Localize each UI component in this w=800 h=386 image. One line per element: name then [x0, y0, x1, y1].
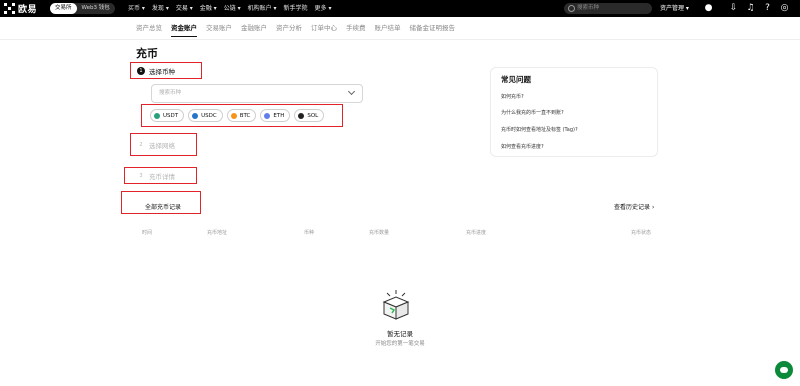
- usdt-icon: [154, 112, 160, 119]
- column-header-status: 充币状态: [631, 230, 652, 236]
- globe-icon[interactable]: ◎: [779, 3, 790, 14]
- tab-proof-of-reserves[interactable]: 储备金证明报告: [410, 17, 456, 39]
- divider: [0, 39, 800, 40]
- faq-panel: 常见问题 如何充币? 为什么我充的币一直不到账? 充币时如何查看地址及标签 (T…: [490, 67, 658, 157]
- platform-switch: 交易所 Web3 钱包: [50, 3, 115, 14]
- eth-icon: [264, 112, 271, 119]
- empty-state-title: 暂无记录: [387, 330, 413, 338]
- support-chat-button[interactable]: [775, 361, 793, 379]
- step-select-coin: 1 选择币种: [137, 66, 175, 76]
- coin-chip-eth[interactable]: ETH: [260, 109, 291, 122]
- coin-chip-usdt[interactable]: USDT: [150, 109, 185, 122]
- step-number: 2: [139, 142, 143, 148]
- coin-select-placeholder: 搜索币种: [159, 90, 182, 96]
- coin-label: USDT: [163, 112, 179, 119]
- empty-box-icon: [382, 290, 410, 320]
- column-header-amount: 充币数量: [369, 230, 390, 236]
- nav-chain[interactable]: 公链 ▾: [224, 0, 241, 17]
- nav-finance[interactable]: 金融 ▾: [200, 0, 217, 17]
- download-icon[interactable]: ⇩: [728, 3, 739, 14]
- asset-management-menu[interactable]: 资产管理 ▾: [660, 0, 689, 17]
- top-navigation-bar: 欧易 交易所 Web3 钱包 买币 ▾ 发现 ▾ 交易 ▾ 金融 ▾ 公链 ▾ …: [0, 0, 800, 17]
- nav-discover[interactable]: 发现 ▾: [152, 0, 169, 17]
- column-header-coin: 币种: [304, 230, 315, 236]
- user-icon[interactable]: ●: [703, 3, 714, 14]
- empty-state-subtitle: 开始您的第一笔交易: [375, 341, 425, 347]
- tab-statements[interactable]: 账户结单: [375, 17, 401, 39]
- help-icon[interactable]: ?: [762, 3, 773, 14]
- nav-trade[interactable]: 交易 ▾: [176, 0, 193, 17]
- tab-order-center[interactable]: 订单中心: [311, 17, 337, 39]
- step-number: 3: [139, 173, 143, 179]
- chevron-right-icon: ›: [652, 204, 655, 211]
- btc-icon: [230, 112, 237, 119]
- step-deposit-details: 3 充币详情: [137, 171, 175, 181]
- tab-web3-wallet[interactable]: Web3 钱包: [77, 3, 115, 14]
- main-nav: 买币 ▾ 发现 ▾ 交易 ▾ 金融 ▾ 公链 ▾ 机构账户 ▾ 新手学院 更多 …: [128, 0, 338, 17]
- coin-chip-usdc[interactable]: USDC: [188, 109, 223, 122]
- tab-trading-account[interactable]: 交易账户: [206, 17, 232, 39]
- faq-title: 常见问题: [501, 75, 531, 84]
- page-title: 充币: [136, 47, 158, 60]
- step-label: 选择网络: [149, 142, 175, 150]
- column-header-time: 时间: [142, 230, 153, 236]
- nav-more[interactable]: 更多 ▾: [315, 0, 332, 17]
- coin-label: SOL: [307, 112, 319, 119]
- view-history-link[interactable]: 查看历史记录 ›: [614, 202, 654, 211]
- nav-buy-crypto[interactable]: 买币 ▾: [128, 0, 145, 17]
- search-input[interactable]: 搜索币种: [564, 3, 652, 14]
- coin-chip-sol[interactable]: SOL: [294, 109, 325, 122]
- faq-item[interactable]: 充币时如何查看地址及标签 (Tag)?: [501, 126, 578, 133]
- coin-search-select[interactable]: 搜索币种: [151, 84, 363, 103]
- column-header-progress: 充币进度: [466, 230, 487, 236]
- coin-label: USDC: [201, 112, 217, 119]
- okx-logo[interactable]: 欧易: [4, 2, 37, 15]
- tab-exchange[interactable]: 交易所: [50, 3, 77, 14]
- search-icon: [568, 5, 575, 12]
- step-label: 充币详情: [149, 173, 175, 181]
- chat-bubble-icon: [780, 367, 788, 373]
- chevron-down-icon: [347, 87, 356, 96]
- nav-academy[interactable]: 新手学院: [284, 0, 308, 17]
- usdc-icon: [192, 112, 199, 119]
- view-history-label: 查看历史记录: [614, 204, 651, 211]
- account-subnav: 资产总览 资金账户 交易账户 金融账户 资产分析 订单中心 手续费 账户结单 储…: [136, 17, 464, 39]
- tab-finance-account[interactable]: 金融账户: [241, 17, 267, 39]
- nav-institutional[interactable]: 机构账户 ▾: [248, 0, 277, 17]
- step-label: 选择币种: [149, 68, 175, 76]
- popular-coins: USDT USDC BTC ETH SOL: [150, 109, 325, 122]
- tab-asset-overview[interactable]: 资产总览: [136, 17, 162, 39]
- tab-funding-account[interactable]: 资金账户: [171, 17, 197, 39]
- faq-item[interactable]: 如何查看充币进度?: [501, 143, 544, 150]
- coin-label: ETH: [273, 112, 285, 119]
- coin-label: BTC: [239, 112, 251, 119]
- faq-item[interactable]: 为什么我充的币一直不到账?: [501, 109, 564, 116]
- faq-item[interactable]: 如何充币?: [501, 93, 524, 100]
- deposit-history-title: 全部充币记录: [145, 204, 182, 211]
- sol-icon: [298, 112, 305, 119]
- tab-asset-analysis[interactable]: 资产分析: [276, 17, 302, 39]
- step-number: 1: [137, 67, 145, 75]
- column-header-address: 充币地址: [207, 230, 228, 236]
- tab-fees[interactable]: 手续费: [346, 17, 366, 39]
- step-select-network: 2 选择网络: [137, 140, 175, 150]
- bell-icon[interactable]: ♫: [745, 3, 756, 14]
- search-placeholder: 搜索币种: [577, 5, 600, 11]
- logo-text: 欧易: [18, 5, 38, 15]
- logo-mark-icon: [4, 3, 15, 14]
- coin-chip-btc[interactable]: BTC: [226, 109, 257, 122]
